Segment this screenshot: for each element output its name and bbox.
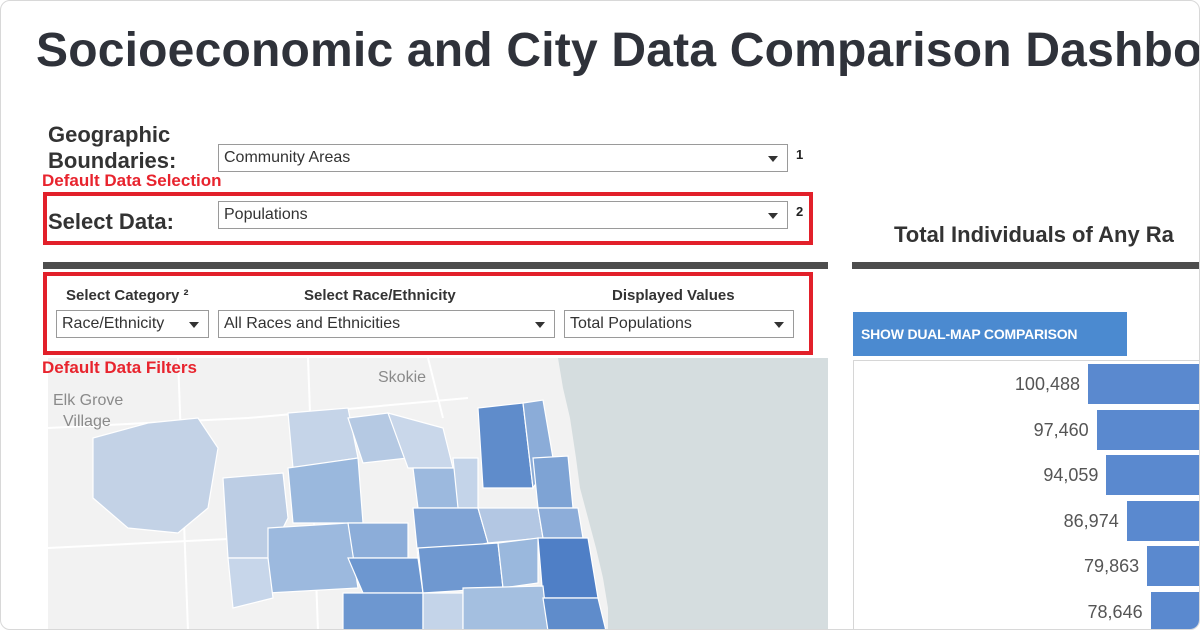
select-race-label: Select Race/Ethnicity bbox=[304, 287, 456, 304]
area-central-6 bbox=[497, 537, 539, 589]
area-southwest bbox=[227, 557, 274, 609]
community-areas bbox=[92, 399, 607, 629]
area-south-2 bbox=[422, 592, 464, 629]
map-label-skokie: Skokie bbox=[378, 369, 426, 386]
geo-boundaries-select[interactable]: Community Areas bbox=[218, 144, 788, 172]
category-value: Race/Ethnicity bbox=[62, 315, 165, 332]
select-data-label: Select Data: bbox=[48, 209, 174, 234]
chart-title: Total Individuals of Any Ra bbox=[894, 222, 1174, 247]
bar[interactable] bbox=[1096, 409, 1199, 450]
area-ohare bbox=[92, 417, 219, 534]
bar[interactable] bbox=[1088, 364, 1199, 404]
area-central-1 bbox=[347, 522, 409, 559]
area-near-north bbox=[537, 537, 599, 599]
chevron-down-icon bbox=[768, 213, 778, 219]
bar[interactable] bbox=[1150, 591, 1199, 629]
area-central-4 bbox=[537, 507, 584, 539]
area-lakeview bbox=[532, 455, 574, 509]
map-label-elk-grove: Elk Grove bbox=[53, 392, 123, 409]
select-data-dropdown[interactable]: Populations bbox=[218, 201, 788, 229]
bar-chart-panel: 100,488 97,460 94,059 86,974 79,863 78,646 bbox=[853, 360, 1199, 629]
choropleth-map[interactable]: Skokie Elk Grove Village bbox=[48, 358, 828, 629]
chevron-down-icon bbox=[768, 156, 778, 162]
race-select[interactable]: All Races and Ethnicities bbox=[218, 310, 555, 338]
area-central-5 bbox=[417, 542, 504, 594]
race-value: All Races and Ethnicities bbox=[224, 315, 401, 332]
displayed-values-value: Total Populations bbox=[570, 315, 692, 332]
right-divider bbox=[852, 262, 1199, 269]
dashboard-frame: Socioeconomic and City Data Comparison D… bbox=[0, 0, 1200, 630]
geo-footnote: 1 bbox=[796, 147, 804, 162]
geo-boundaries-label: Geographic Boundaries: bbox=[48, 122, 176, 174]
area-north-2 bbox=[387, 412, 454, 469]
area-north-4 bbox=[452, 457, 479, 509]
category-select[interactable]: Race/Ethnicity bbox=[56, 310, 209, 338]
bar-value-label: 94,059 bbox=[1043, 465, 1099, 485]
bar[interactable] bbox=[1106, 455, 1199, 495]
displayed-values-label: Displayed Values bbox=[612, 287, 735, 304]
geo-label-line1: Geographic bbox=[48, 122, 171, 147]
lake-michigan bbox=[558, 358, 828, 629]
area-south-4 bbox=[542, 597, 607, 629]
bar-value-label: 86,974 bbox=[1063, 510, 1119, 531]
area-central-3 bbox=[477, 507, 544, 544]
select-data-value: Populations bbox=[224, 206, 308, 223]
map-label-village: Village bbox=[63, 413, 111, 430]
area-northwest-2 bbox=[287, 457, 364, 524]
show-dual-map-button[interactable]: SHOW DUAL-MAP COMPARISON bbox=[853, 312, 1127, 356]
chevron-down-icon bbox=[774, 322, 784, 328]
bar[interactable] bbox=[1147, 546, 1199, 586]
bar[interactable] bbox=[1126, 500, 1199, 541]
area-south-1 bbox=[342, 592, 424, 629]
map-canvas: Skokie Elk Grove Village bbox=[48, 358, 828, 629]
chevron-down-icon bbox=[535, 322, 545, 328]
geo-boundaries-value: Community Areas bbox=[224, 149, 351, 166]
data-footnote: 2 bbox=[796, 204, 804, 219]
bar-value-label: 97,460 bbox=[1033, 419, 1089, 440]
left-divider bbox=[43, 262, 828, 269]
area-west-2 bbox=[267, 522, 359, 594]
chevron-down-icon bbox=[189, 322, 199, 328]
annotation-default-selection: Default Data Selection bbox=[42, 171, 222, 190]
displayed-values-select[interactable]: Total Populations bbox=[564, 310, 794, 338]
area-south-3 bbox=[462, 585, 549, 629]
bar-value-label: 100,488 bbox=[1014, 374, 1080, 394]
bar-value-label: 78,646 bbox=[1087, 601, 1143, 622]
area-west-3 bbox=[347, 557, 424, 594]
annotation-default-filters: Default Data Filters bbox=[42, 358, 197, 377]
page-title: Socioeconomic and City Data Comparison D… bbox=[36, 24, 1200, 77]
select-category-label: Select Category ² bbox=[66, 287, 189, 304]
bar-value-label: 79,863 bbox=[1084, 556, 1140, 576]
